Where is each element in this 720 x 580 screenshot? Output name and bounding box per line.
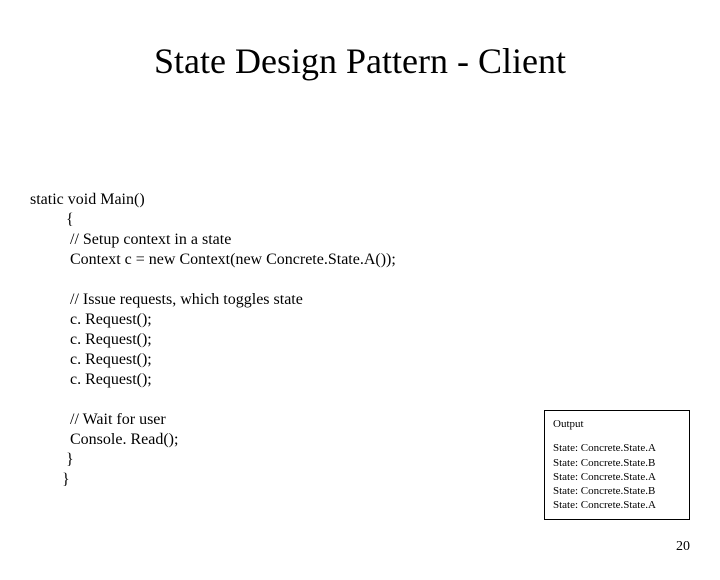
code-line: // Issue requests, which toggles state	[30, 291, 303, 308]
code-line: c. Request();	[30, 311, 152, 328]
code-line: static void Main()	[30, 191, 145, 208]
code-line: // Setup context in a state	[30, 231, 231, 248]
code-block: static void Main() { // Setup context in…	[30, 190, 396, 490]
code-line: // Wait for user	[30, 411, 166, 428]
code-line: {	[30, 211, 74, 228]
output-line: State: Concrete.State.A	[553, 441, 681, 455]
output-line: State: Concrete.State.B	[553, 456, 681, 470]
code-line: c. Request();	[30, 371, 152, 388]
code-line: Context c = new Context(new Concrete.Sta…	[30, 251, 396, 268]
code-line: c. Request();	[30, 351, 152, 368]
code-line: }	[30, 451, 74, 468]
code-line: }	[30, 471, 70, 488]
output-line: State: Concrete.State.A	[553, 470, 681, 484]
output-box: Output State: Concrete.State.A State: Co…	[544, 410, 690, 520]
output-line: State: Concrete.State.A	[553, 498, 681, 512]
code-line: c. Request();	[30, 331, 152, 348]
code-line: Console. Read();	[30, 431, 178, 448]
page-number: 20	[676, 539, 690, 555]
slide-title: State Design Pattern - Client	[0, 40, 720, 82]
output-title: Output	[553, 417, 681, 431]
output-line: State: Concrete.State.B	[553, 484, 681, 498]
